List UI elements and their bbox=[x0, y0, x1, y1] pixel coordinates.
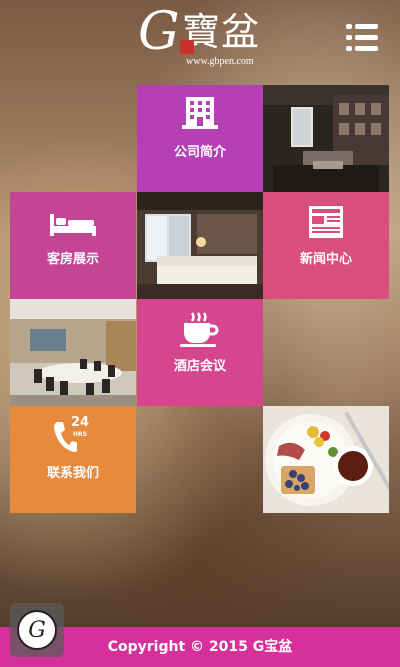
phone-icon-number: 24 bbox=[71, 415, 90, 430]
copyright-text: Copyright © 2015 G宝盆 bbox=[107, 639, 293, 655]
logo-letter: G bbox=[138, 2, 180, 62]
fab-letter: G bbox=[28, 617, 46, 643]
tile-news-label: 新闻中心 bbox=[299, 252, 352, 267]
hotel-room-photo[interactable] bbox=[137, 192, 263, 299]
menu-bullet bbox=[346, 46, 352, 51]
tile-about-label: 公司简介 bbox=[173, 145, 226, 160]
site-logo[interactable]: G 寶盆 www.gbpen.com bbox=[138, 2, 264, 70]
breakfast-photo[interactable] bbox=[263, 406, 389, 513]
tile-news[interactable]: 新闻中心 bbox=[263, 192, 389, 299]
conference-room-photo[interactable] bbox=[10, 299, 136, 406]
logo-seal-icon bbox=[180, 40, 194, 54]
menu-line bbox=[355, 46, 378, 51]
phone-icon-unit: HRS bbox=[73, 431, 87, 438]
building-icon bbox=[137, 95, 263, 129]
coffee-cup-icon bbox=[137, 311, 263, 347]
logo-url: www.gbpen.com bbox=[186, 56, 254, 67]
g-logo-icon: G bbox=[17, 610, 57, 650]
tile-about[interactable]: 公司简介 bbox=[137, 85, 263, 192]
floating-logo-button[interactable]: G bbox=[10, 603, 64, 657]
menu-line bbox=[355, 35, 378, 40]
menu-bullet bbox=[346, 35, 352, 40]
hamburger-menu-icon[interactable] bbox=[346, 24, 378, 52]
tile-meeting-label: 酒店会议 bbox=[173, 359, 226, 374]
tile-rooms[interactable]: 客房展示 bbox=[10, 192, 136, 299]
menu-line bbox=[355, 24, 378, 29]
tile-contact-label: 联系我们 bbox=[46, 466, 99, 481]
header: G 寶盆 www.gbpen.com bbox=[0, 0, 400, 80]
tile-contact[interactable]: 24 HRS 联系我们 bbox=[10, 406, 136, 513]
phone-24hrs-icon: 24 HRS bbox=[10, 416, 136, 454]
menu-bullet bbox=[346, 24, 352, 29]
lounge-photo[interactable] bbox=[263, 85, 389, 192]
tile-rooms-label: 客房展示 bbox=[46, 252, 99, 267]
bed-icon bbox=[10, 210, 136, 238]
newspaper-icon bbox=[263, 206, 389, 238]
tile-meeting[interactable]: 酒店会议 bbox=[137, 299, 263, 406]
